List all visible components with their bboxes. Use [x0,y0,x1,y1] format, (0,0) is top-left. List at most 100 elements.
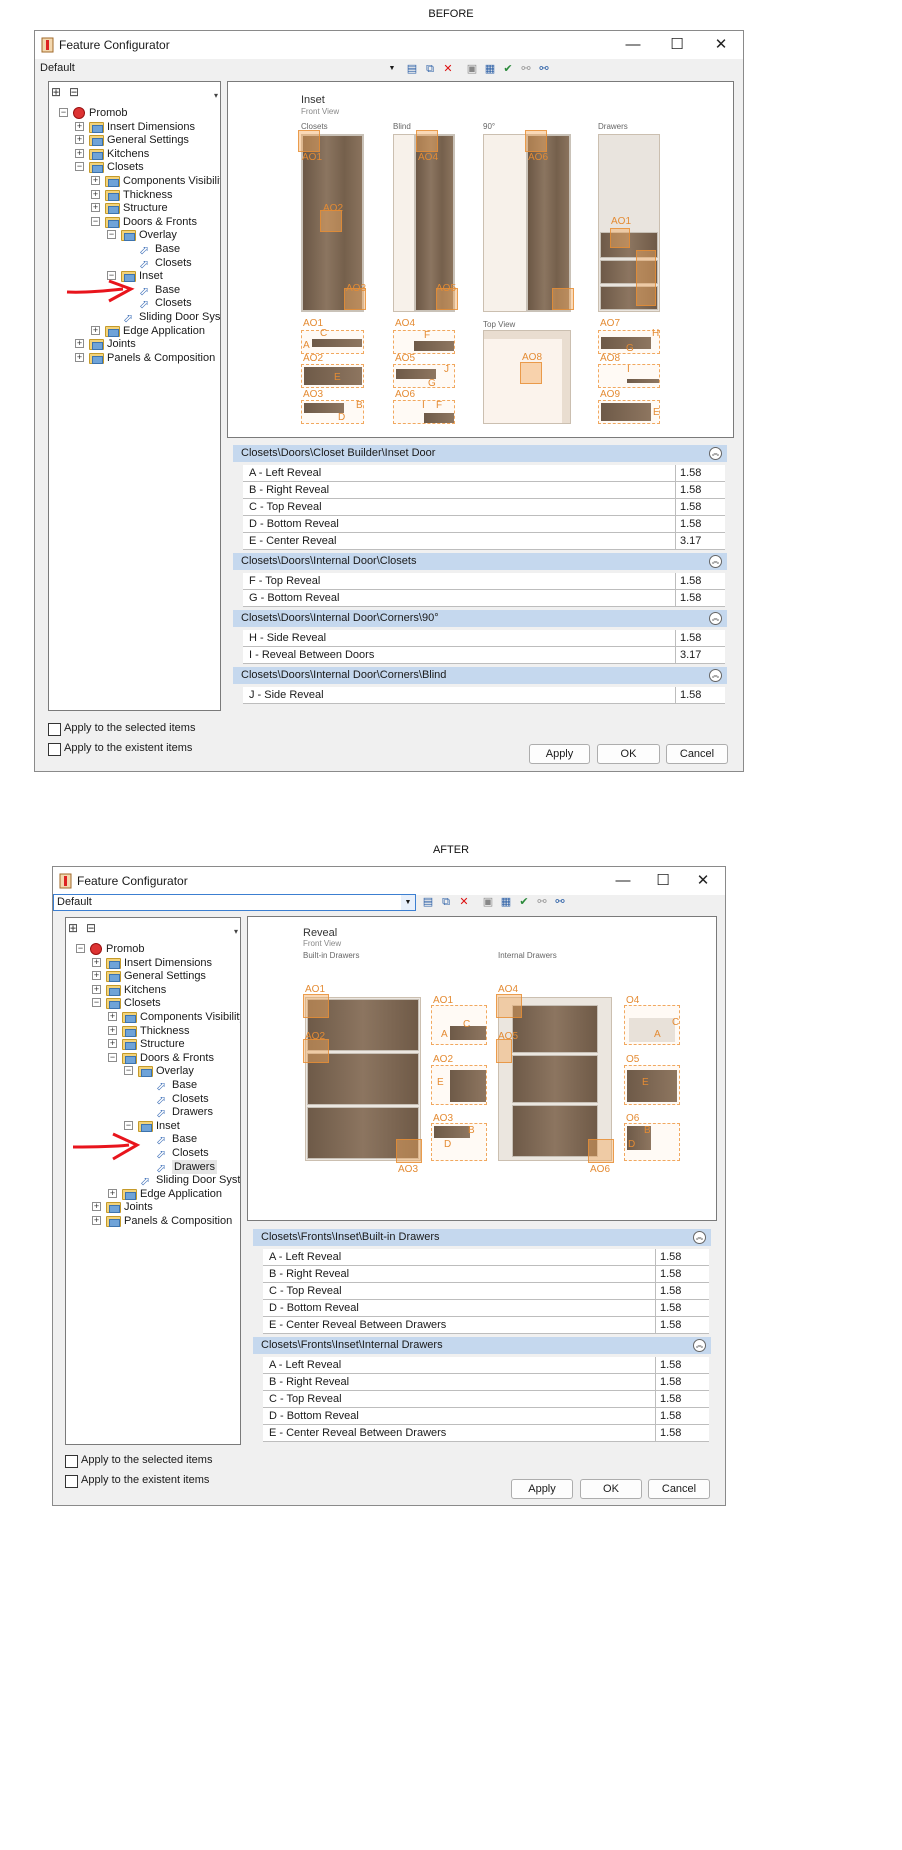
expander-icon[interactable]: + [91,176,100,185]
ok-button[interactable]: OK [597,744,660,764]
tree-node-root[interactable]: − Promob [49,106,220,120]
tree-node-item[interactable]: + Edge Application [49,324,220,338]
property-value[interactable]: 1.58 [675,465,701,481]
tree-node-item[interactable]: + Insert Dimensions [66,956,240,970]
property-row[interactable]: A - Left Reveal 1.58 [263,1249,709,1266]
collapse-section-icon[interactable]: ︽ [693,1339,706,1352]
property-value[interactable]: 1.58 [675,499,701,515]
tree-node-item[interactable]: ⬀ Closets [66,1092,240,1107]
property-row[interactable]: B - Right Reveal 1.58 [263,1266,709,1283]
property-value[interactable]: 1.58 [675,687,701,703]
property-row[interactable]: D - Bottom Reveal 1.58 [263,1408,709,1425]
property-row[interactable]: E - Center Reveal Between Drawers 1.58 [263,1317,709,1334]
expander-icon[interactable]: + [91,203,100,213]
property-section-header[interactable]: Closets\Fronts\Inset\Internal Drawers ︽ [253,1337,711,1354]
delete-icon[interactable]: ✕ [439,61,457,78]
property-value[interactable]: 1.58 [675,590,701,606]
expander-icon[interactable]: − [107,230,116,240]
expander-icon[interactable]: − [124,1120,133,1130]
property-value[interactable]: 1.58 [655,1249,681,1265]
expander-icon[interactable]: + [75,352,84,362]
property-row[interactable]: F - Top Reveal 1.58 [243,573,725,590]
expander-icon[interactable]: + [91,325,100,335]
minimize-button[interactable]: — [611,33,655,57]
tree-node-item[interactable]: ⬀ Closets [49,256,220,271]
save-all-icon[interactable]: ▦ [481,61,499,78]
ok-button[interactable]: OK [580,1479,642,1499]
apply-button[interactable]: Apply [511,1479,573,1499]
tree-node-item[interactable]: ⬀ Drawers [66,1105,240,1120]
property-value[interactable]: 1.58 [675,573,701,589]
property-section-header[interactable]: Closets\Fronts\Inset\Built-in Drawers ︽ [253,1229,711,1246]
expander-icon[interactable]: + [75,339,84,349]
apply-selected-checkbox[interactable] [65,1455,78,1468]
tree-node-item[interactable]: + Kitchens [66,983,240,997]
maximize-button[interactable]: ☐ [655,33,699,57]
tree-node-item[interactable]: + Insert Dimensions [49,120,220,134]
save-all-icon[interactable]: ▦ [497,894,515,911]
property-section-header[interactable]: Closets\Doors\Internal Door\Corners\90° ︽ [233,610,727,627]
chevron-down-icon[interactable]: ▼ [385,61,399,76]
maximize-button[interactable]: ☐ [641,869,685,893]
cancel-button[interactable]: Cancel [666,744,728,764]
tree-node-item[interactable]: + Components Visibility [49,174,220,188]
property-value[interactable]: 1.58 [675,482,701,498]
property-value[interactable]: 1.58 [655,1357,681,1373]
save-icon[interactable]: ▣ [479,894,497,911]
property-row[interactable]: H - Side Reveal 1.58 [243,630,725,647]
profile-combo[interactable]: Default ▼ [53,894,416,911]
property-row[interactable]: D - Bottom Reveal 1.58 [263,1300,709,1317]
collapse-section-icon[interactable]: ︽ [709,612,722,625]
expander-icon[interactable]: + [92,957,101,967]
delete-icon[interactable]: ✕ [455,894,473,911]
copy-icon[interactable]: ⧉ [421,61,439,78]
properties-icon[interactable]: ▤ [403,61,421,78]
property-section-header[interactable]: Closets\Doors\Internal Door\Corners\Blin… [233,667,727,684]
tree-menu-icon[interactable]: ▾ [234,927,238,936]
tree-node-item[interactable]: + General Settings [66,969,240,983]
connect-icon[interactable]: ⚯ [551,894,569,911]
minimize-button[interactable]: — [601,869,645,893]
expand-all-icon[interactable]: ⊞ [51,85,61,99]
collapse-section-icon[interactable]: ︽ [709,447,722,460]
tree-node-item[interactable]: − Closets [66,996,240,1010]
property-value[interactable]: 1.58 [655,1266,681,1282]
property-value[interactable]: 1.58 [675,516,701,532]
property-row[interactable]: E - Center Reveal 3.17 [243,533,725,550]
close-button[interactable]: ✕ [699,33,743,57]
expander-icon[interactable]: + [108,1012,117,1021]
apply-existent-checkbox[interactable] [65,1475,78,1488]
expander-icon[interactable]: + [92,1202,101,1212]
save-icon[interactable]: ▣ [463,61,481,78]
tree-node-item[interactable]: − Doors & Fronts [66,1051,240,1065]
expander-icon[interactable]: + [75,121,84,131]
tree-node-item[interactable]: ⬀ Base [66,1078,240,1093]
property-row[interactable]: D - Bottom Reveal 1.58 [243,516,725,533]
property-row[interactable]: C - Top Reveal 1.58 [243,499,725,516]
disconnect-icon[interactable]: ⚯ [517,61,535,78]
apply-button[interactable]: Apply [529,744,590,764]
apply-settings-icon[interactable]: ✔ [515,894,533,911]
tree-node-item[interactable]: + Components Visibility [66,1010,240,1024]
tree-node-item[interactable]: + Edge Application [66,1187,240,1201]
chevron-down-icon[interactable]: ▼ [401,895,415,910]
copy-icon[interactable]: ⧉ [437,894,455,911]
collapse-section-icon[interactable]: ︽ [709,669,722,682]
tree-node-root[interactable]: − Promob [66,942,240,956]
close-button[interactable]: ✕ [681,869,725,893]
expand-all-icon[interactable]: ⊞ [68,921,78,935]
expander-icon[interactable]: + [108,1025,117,1035]
properties-icon[interactable]: ▤ [419,894,437,911]
property-row[interactable]: B - Right Reveal 1.58 [243,482,725,499]
tree-node-item[interactable]: ⬀Sliding Door System [49,310,220,325]
tree-node-item[interactable]: + Panels & Composition [49,351,220,365]
tree-node-item[interactable]: − Overlay [49,228,220,242]
tree-node-item[interactable]: ⬀Sliding Door System [66,1173,240,1188]
collapse-section-icon[interactable]: ︽ [693,1231,706,1244]
apply-selected-checkbox[interactable] [48,723,61,736]
expander-icon[interactable]: − [108,1052,117,1062]
collapse-all-icon[interactable]: ⊟ [86,921,96,935]
property-value[interactable]: 1.58 [675,630,701,646]
expander-icon[interactable]: − [124,1066,133,1076]
tree-node-item[interactable]: − Doors & Fronts [49,215,220,229]
